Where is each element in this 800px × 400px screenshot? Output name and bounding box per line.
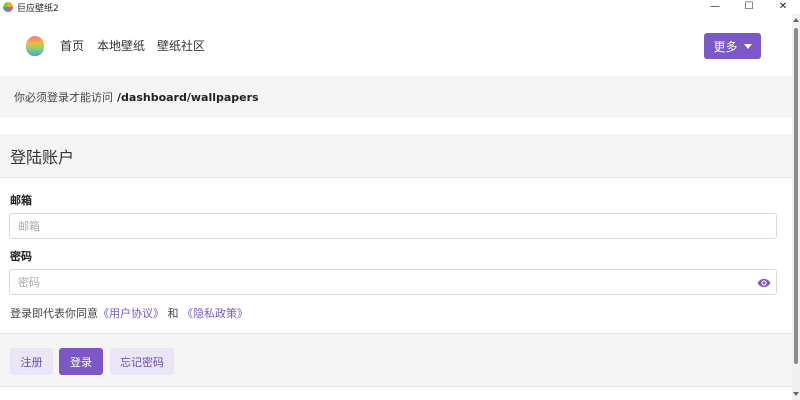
register-button[interactable]: 注册 — [10, 348, 53, 375]
privacy-policy-link[interactable]: 《隐私政策》 — [182, 307, 248, 320]
nav-link-wallpaper-community[interactable]: 壁纸社区 — [157, 37, 205, 54]
eye-icon[interactable] — [757, 276, 771, 290]
more-dropdown-button[interactable]: 更多 — [704, 33, 761, 59]
register-label: 注册 — [20, 355, 43, 369]
user-agreement-link[interactable]: 《用户协议》 — [98, 307, 164, 320]
maximize-button[interactable]: ☐ — [732, 0, 766, 14]
notice-path: /dashboard/wallpapers — [117, 90, 259, 104]
password-placeholder: 密码 — [18, 276, 40, 289]
forgot-password-button[interactable]: 忘记密码 — [110, 348, 174, 375]
email-placeholder: 邮箱 — [18, 220, 40, 233]
password-field[interactable]: 密码 — [9, 269, 777, 295]
agreement-text: 登录即代表你同意《用户协议》 和 《隐私政策》 — [10, 305, 248, 321]
notice-text: 你必须登录才能访问 — [14, 91, 113, 104]
scrollbar-thumb[interactable] — [794, 28, 798, 364]
minimize-button[interactable]: — — [698, 0, 732, 14]
email-label: 邮箱 — [10, 194, 32, 207]
window-title: 巨应壁纸2 — [17, 3, 59, 14]
scroll-down-icon[interactable] — [793, 392, 799, 396]
window-titlebar: 巨应壁纸2 — ☐ ✕ — [0, 0, 800, 14]
login-card-footer: 注册 登录 忘记密码 — [0, 333, 792, 387]
login-button[interactable]: 登录 — [59, 348, 103, 375]
close-button[interactable]: ✕ — [766, 0, 800, 14]
app-logo[interactable] — [26, 36, 44, 56]
agreement-prefix: 登录即代表你同意 — [10, 307, 98, 320]
top-navbar: 首页 本地壁纸 壁纸社区 更多 — [0, 14, 792, 76]
nav-link-home[interactable]: 首页 — [60, 37, 84, 54]
more-label: 更多 — [713, 39, 738, 54]
caret-down-icon — [743, 43, 752, 49]
login-label: 登录 — [70, 355, 92, 369]
email-field[interactable]: 邮箱 — [9, 213, 777, 239]
nav-link-local-wallpapers[interactable]: 本地壁纸 — [97, 37, 145, 54]
forgot-label: 忘记密码 — [120, 355, 164, 369]
agreement-and: 和 — [167, 307, 179, 320]
vertical-scrollbar[interactable] — [792, 14, 800, 400]
login-title: 登陆账户 — [10, 147, 75, 167]
password-label: 密码 — [10, 250, 32, 263]
login-required-notice: 你必须登录才能访问 /dashboard/wallpapers — [0, 76, 792, 118]
app-icon — [3, 2, 13, 12]
scroll-up-icon[interactable] — [793, 18, 799, 22]
login-card-title: 登陆账户 — [0, 134, 792, 178]
window-controls: — ☐ ✕ — [698, 0, 800, 14]
